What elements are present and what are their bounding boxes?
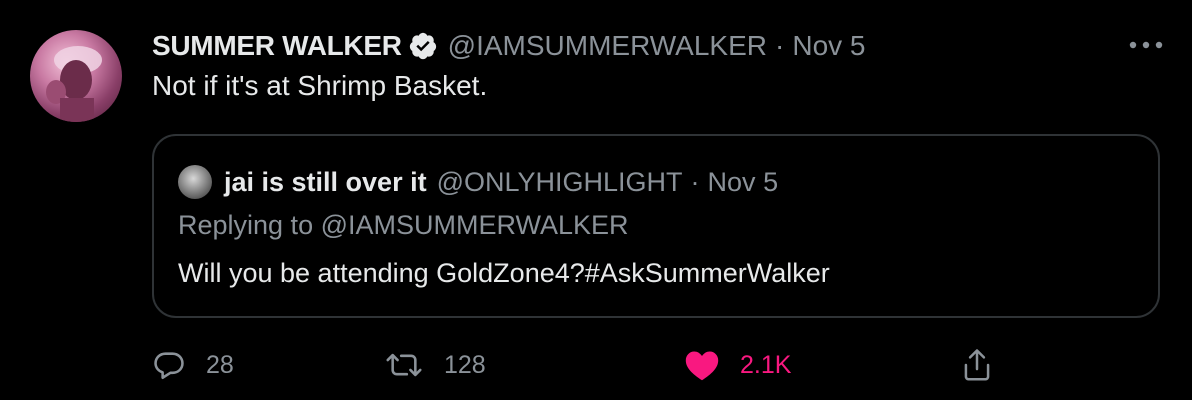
share-icon bbox=[960, 347, 994, 383]
more-horizontal-icon[interactable] bbox=[1126, 30, 1166, 60]
quoted-timestamp: Nov 5 bbox=[707, 166, 779, 197]
like-button[interactable]: 2.1K bbox=[684, 340, 791, 390]
quoted-tweet[interactable]: jai is still over it @ONLYHIGHLIGHT · No… bbox=[152, 134, 1160, 318]
separator-dot: · bbox=[775, 30, 785, 61]
verified-badge-icon bbox=[408, 31, 438, 61]
retweet-count: 128 bbox=[444, 350, 486, 379]
share-button[interactable] bbox=[960, 340, 994, 390]
heart-filled-icon bbox=[684, 348, 720, 382]
quoted-separator-dot: · bbox=[690, 166, 700, 197]
timestamp[interactable]: Nov 5 bbox=[792, 30, 865, 62]
reply-icon bbox=[152, 348, 186, 382]
replying-to: Replying to @IAMSUMMERWALKER bbox=[178, 210, 629, 240]
reply-count: 28 bbox=[206, 350, 234, 379]
quoted-avatar bbox=[178, 165, 212, 199]
tweet-text: Not if it's at Shrimp Basket. bbox=[152, 70, 488, 101]
like-count: 2.1K bbox=[740, 350, 792, 379]
tweet: SUMMER WALKER @IAMSUMMERWALKER · Nov 5 N… bbox=[0, 0, 1192, 400]
action-bar: 28 128 2.1K bbox=[152, 340, 1012, 390]
retweet-button[interactable]: 128 bbox=[384, 340, 486, 390]
display-name[interactable]: SUMMER WALKER bbox=[152, 30, 402, 62]
quoted-tweet-header: jai is still over it @ONLYHIGHLIGHT · No… bbox=[178, 162, 778, 202]
quoted-handle: @ONLYHIGHLIGHT bbox=[436, 166, 683, 197]
quoted-display-name: jai is still over it bbox=[224, 166, 427, 197]
retweet-icon bbox=[384, 348, 424, 382]
reply-button[interactable]: 28 bbox=[152, 340, 234, 390]
avatar-photo bbox=[46, 46, 102, 122]
avatar[interactable] bbox=[30, 30, 122, 122]
quoted-tweet-text: Will you be attending GoldZone4?#AskSumm… bbox=[178, 258, 830, 288]
handle[interactable]: @IAMSUMMERWALKER bbox=[448, 30, 767, 62]
tweet-header: SUMMER WALKER @IAMSUMMERWALKER · Nov 5 bbox=[152, 26, 866, 66]
